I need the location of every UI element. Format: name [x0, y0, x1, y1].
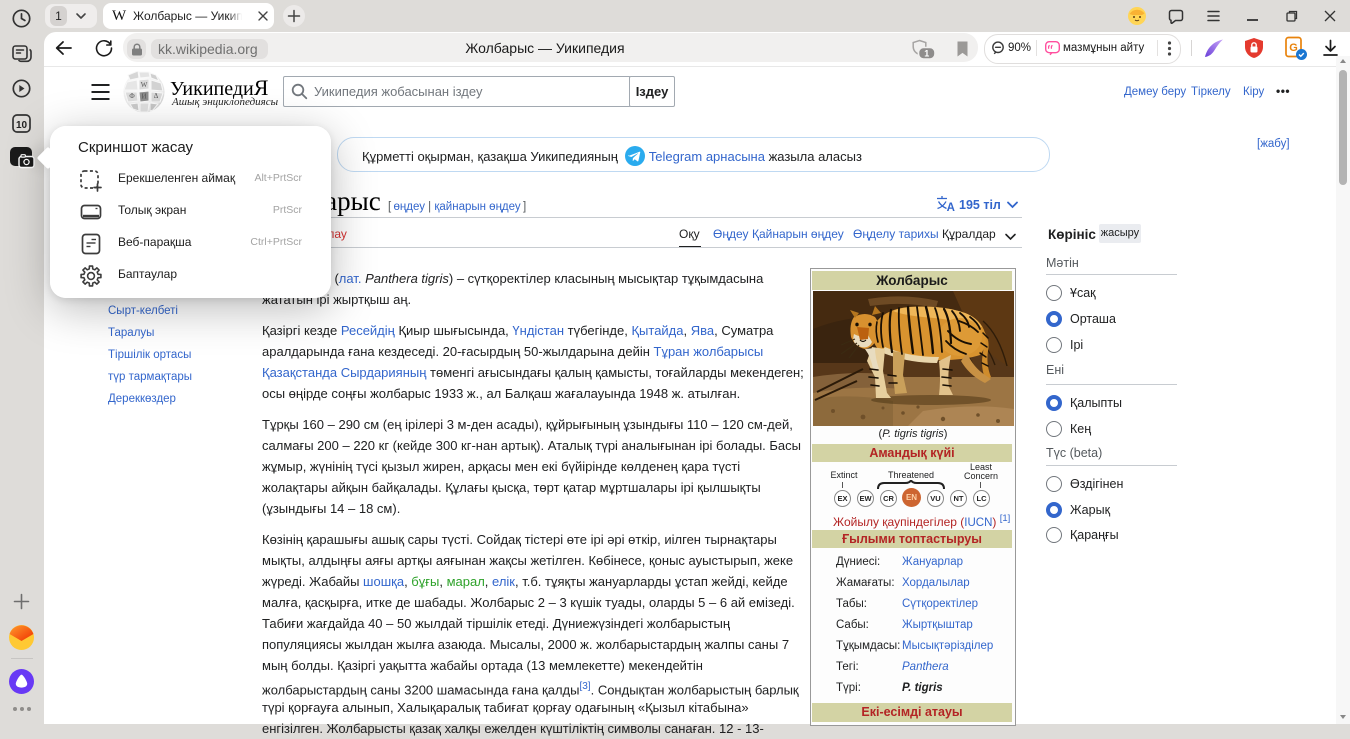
- svg-text:W: W: [141, 81, 148, 89]
- svg-text:A: A: [947, 202, 955, 212]
- svg-text:Ф: Ф: [129, 92, 135, 100]
- svg-text:1: 1: [924, 49, 929, 59]
- svg-text:И: И: [141, 93, 146, 101]
- svg-text:G: G: [1289, 42, 1298, 54]
- svg-text:10: 10: [16, 120, 28, 131]
- svg-text:Δ: Δ: [154, 92, 159, 100]
